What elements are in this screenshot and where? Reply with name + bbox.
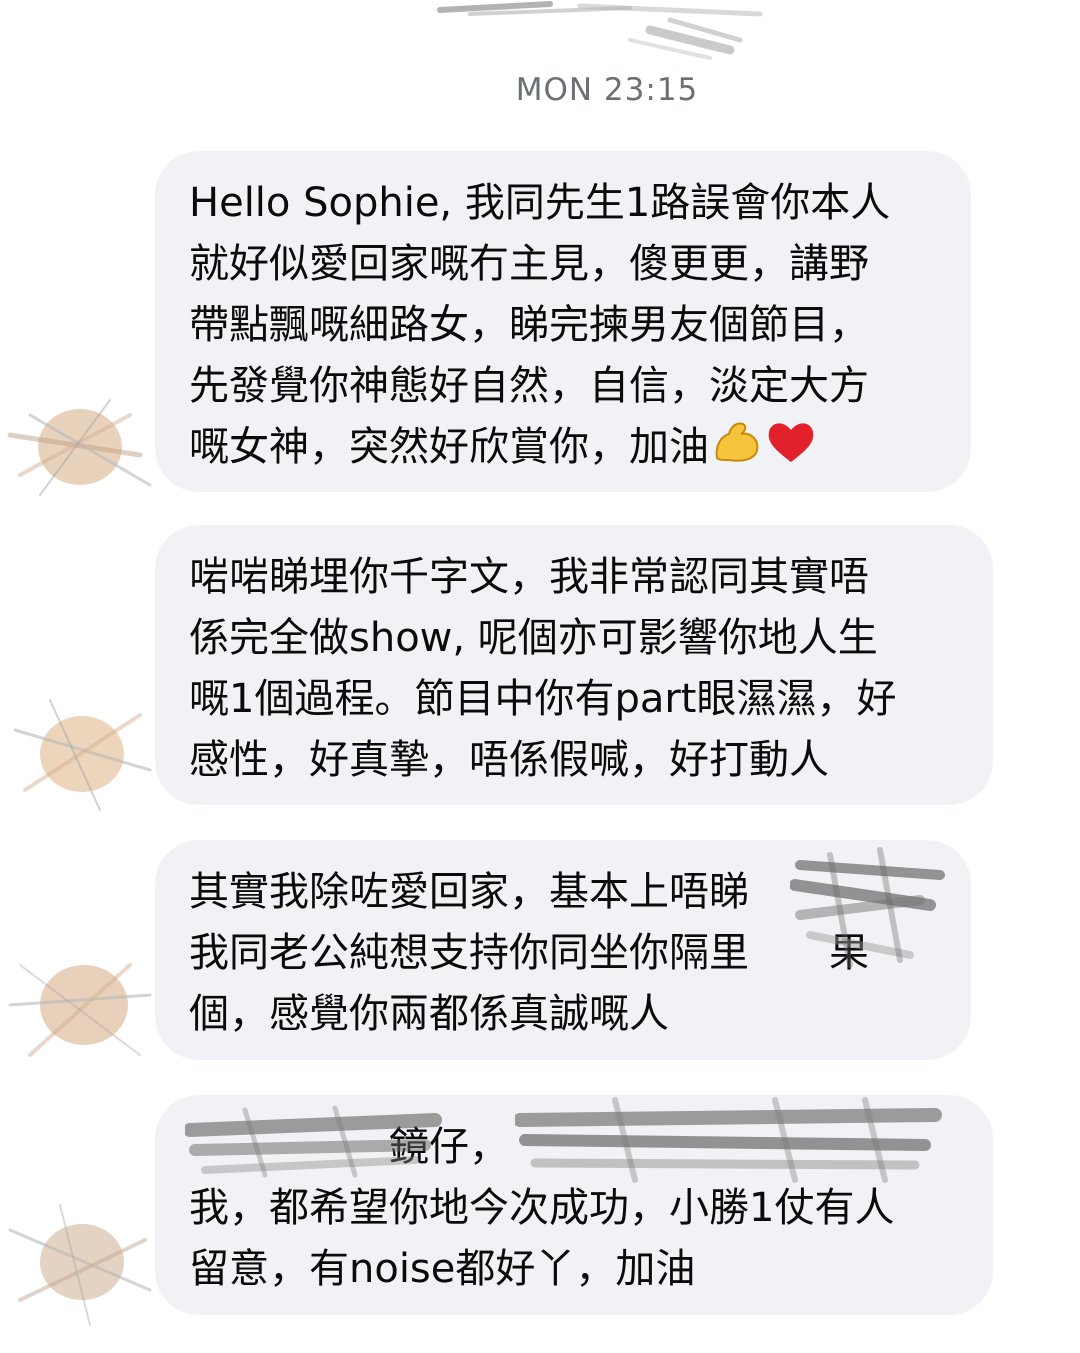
avatar[interactable] — [0, 945, 165, 1075]
red-heart-icon — [765, 418, 817, 484]
message-bubble[interactable]: Hello Sophie, 我同先生1路誤會你本人 就好似愛回家嘅冇主見，傻更更… — [155, 151, 971, 492]
message-bubble[interactable]: 其實我除咗愛回家，基本上唔睇 我同老公純想支持你同坐你隔里 果 個，感覺你兩都係… — [155, 840, 971, 1060]
message-thread: Hello Sophie, 我同先生1路誤會你本人 就好似愛回家嘅冇主見，傻更更… — [0, 0, 1080, 1353]
avatar[interactable] — [0, 385, 165, 515]
message-text: 鏡仔， 我，都希望你地今次成功，小勝1仗有人 留意，有noise都好丫，加油 — [189, 1124, 895, 1292]
avatar[interactable] — [0, 690, 165, 820]
avatar[interactable] — [0, 1200, 165, 1330]
message-bubble[interactable]: 啱啱睇埋你千字文，我非常認同其實唔 係完全做show, 呢個亦可影響你地人生 嘅… — [155, 525, 993, 805]
message-text: Hello Sophie, 我同先生1路誤會你本人 就好似愛回家嘅冇主見，傻更更… — [189, 173, 941, 484]
message-text: 其實我除咗愛回家，基本上唔睇 我同老公純想支持你同坐你隔里 果 個，感覺你兩都係… — [189, 869, 869, 1037]
flexed-biceps-icon — [711, 418, 763, 484]
message-bubble[interactable]: 鏡仔， 我，都希望你地今次成功，小勝1仗有人 留意，有noise都好丫，加油 — [155, 1095, 993, 1315]
message-text: 啱啱睇埋你千字文，我非常認同其實唔 係完全做show, 呢個亦可影響你地人生 嘅… — [189, 554, 897, 783]
